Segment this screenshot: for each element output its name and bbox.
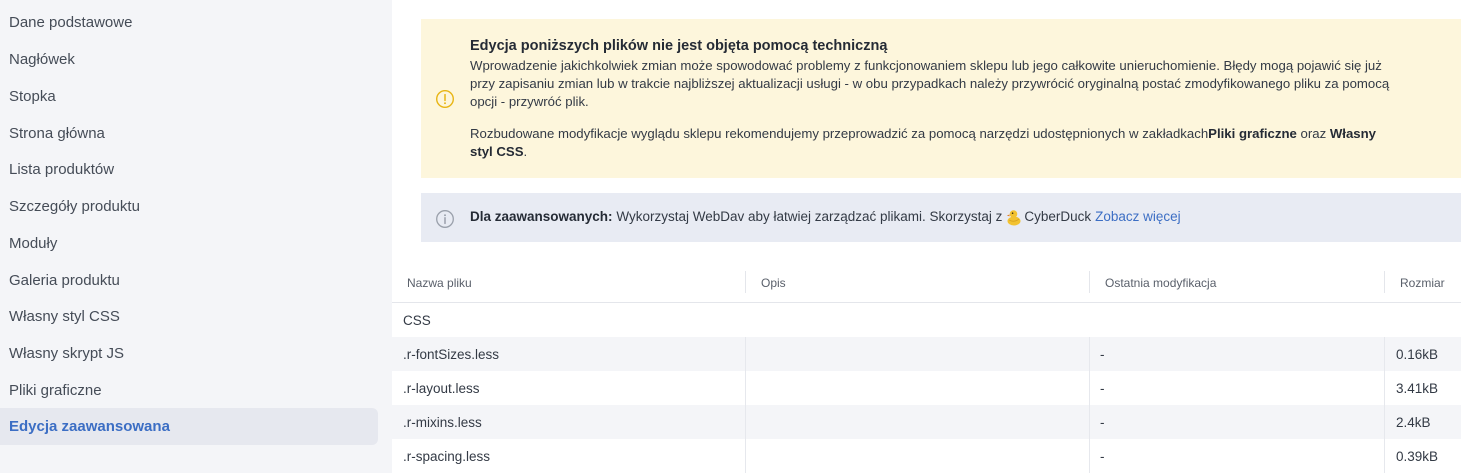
see-more-link[interactable]: Zobacz więcej — [1095, 208, 1181, 226]
group-row-css: CSS — [403, 312, 431, 328]
sidebar-item-label: Własny styl CSS — [9, 308, 120, 325]
sidebar-item-label: Szczegóły produktu — [9, 198, 140, 215]
table-header: Nazwa pliku Opis Ostatnia modyfikacja Ro… — [392, 262, 1461, 303]
column-divider — [745, 271, 746, 293]
cyberduck-label: CyberDuck — [1024, 209, 1092, 224]
warning-recommendation: Rozbudowane modyfikacje wyglądu sklepu r… — [470, 125, 1390, 161]
file-size: 0.39kB — [1396, 448, 1439, 464]
warning-recommendation-end: . — [523, 144, 528, 159]
warning-content: Edycja poniższych plików nie jest objęta… — [470, 36, 1390, 161]
cell-divider — [1384, 337, 1385, 371]
sidebar-item-wlasny-styl-css[interactable]: Własny styl CSS — [0, 298, 378, 335]
info-text: Wykorzystaj WebDav aby łatwiej zarządzać… — [616, 209, 1003, 224]
table-row[interactable]: .r-mixins.less - 2.4kB — [392, 405, 1461, 439]
cell-divider — [1089, 405, 1090, 439]
table-row[interactable]: .r-layout.less - 3.41kB — [392, 371, 1461, 405]
file-name[interactable]: .r-layout.less — [403, 371, 480, 405]
pliki-graficzne-ref: Pliki graficzne — [1208, 126, 1297, 141]
info-icon — [436, 210, 454, 228]
sidebar-item-galeria-produktu[interactable]: Galeria produktu — [0, 262, 378, 299]
info-label: Dla zaawansowanych: — [470, 209, 613, 224]
sidebar-item-szczegoly-produktu[interactable]: Szczegóły produktu — [0, 188, 378, 225]
cell-divider — [1384, 405, 1385, 439]
cell-divider — [745, 405, 746, 439]
column-divider — [1384, 271, 1385, 293]
table-row[interactable]: .r-fontSizes.less - 0.16kB — [392, 337, 1461, 371]
info-alert: Dla zaawansowanych: Wykorzystaj WebDav a… — [421, 193, 1461, 242]
cell-divider — [745, 337, 746, 371]
warning-icon — [435, 89, 455, 109]
cell-divider — [1089, 439, 1090, 473]
cell-divider — [745, 439, 746, 473]
sidebar-item-moduly[interactable]: Moduły — [0, 225, 378, 262]
sidebar-item-label: Pliki graficzne — [9, 382, 102, 399]
warning-title: Edycja poniższych plików nie jest objęta… — [470, 38, 888, 54]
cell-divider — [1089, 337, 1090, 371]
warning-alert: Edycja poniższych plików nie jest objęta… — [421, 19, 1461, 178]
file-size: 0.16kB — [1396, 346, 1439, 362]
file-size: 3.41kB — [1396, 380, 1439, 396]
sidebar-item-pliki-graficzne[interactable]: Pliki graficzne — [0, 372, 378, 409]
sidebar-item-label: Własny skrypt JS — [9, 345, 125, 362]
sidebar: Dane podstawowe Nagłówek Stopka Strona g… — [0, 0, 392, 473]
file-name[interactable]: .r-mixins.less — [403, 405, 482, 439]
sidebar-item-label: Nagłówek — [9, 51, 75, 68]
warning-recommendation-mid: oraz — [1296, 126, 1330, 141]
warning-text: Wprowadzenie jakichkolwiek zmian może sp… — [470, 58, 1390, 109]
column-header-description[interactable]: Opis — [761, 262, 786, 303]
sidebar-item-stopka[interactable]: Stopka — [0, 78, 378, 115]
column-header-name[interactable]: Nazwa pliku — [407, 262, 472, 303]
file-modified: - — [1100, 346, 1105, 362]
cyberduck-icon — [1007, 210, 1021, 226]
sidebar-item-label: Stopka — [9, 88, 56, 105]
column-header-size[interactable]: Rozmiar — [1400, 262, 1445, 303]
cell-divider — [745, 371, 746, 405]
sidebar-item-label: Strona główna — [9, 125, 105, 142]
file-modified: - — [1100, 448, 1105, 464]
sidebar-item-naglowek[interactable]: Nagłówek — [0, 41, 378, 78]
warning-recommendation-text: Rozbudowane modyfikacje wyglądu sklepu r… — [470, 126, 1209, 141]
file-name[interactable]: .r-fontSizes.less — [403, 337, 499, 371]
file-modified: - — [1100, 380, 1105, 396]
sidebar-item-wlasny-skrypt-js[interactable]: Własny skrypt JS — [0, 335, 378, 372]
file-name[interactable]: .r-spacing.less — [403, 439, 490, 473]
cell-divider — [1384, 439, 1385, 473]
column-divider — [1089, 271, 1090, 293]
sidebar-item-label: Galeria produktu — [9, 272, 120, 289]
sidebar-item-label: Dane podstawowe — [9, 14, 133, 31]
sidebar-item-label: Edycja zaawansowana — [9, 418, 170, 435]
sidebar-item-edycja-zaawansowana[interactable]: Edycja zaawansowana — [0, 408, 378, 445]
sidebar-item-label: Moduły — [9, 235, 58, 252]
info-content: Dla zaawansowanych: Wykorzystaj WebDav a… — [470, 208, 1181, 226]
sidebar-item-lista-produktow[interactable]: Lista produktów — [0, 151, 378, 188]
file-modified: - — [1100, 414, 1105, 430]
column-header-modified[interactable]: Ostatnia modyfikacja — [1105, 262, 1216, 303]
files-table: Nazwa pliku Opis Ostatnia modyfikacja Ro… — [392, 262, 1461, 473]
cell-divider — [1384, 371, 1385, 405]
table-row[interactable]: .r-spacing.less - 0.39kB — [392, 439, 1461, 473]
sidebar-item-dane-podstawowe[interactable]: Dane podstawowe — [0, 4, 378, 41]
cell-divider — [1089, 371, 1090, 405]
file-size: 2.4kB — [1396, 414, 1431, 430]
main-content: Edycja poniższych plików nie jest objęta… — [392, 0, 1461, 473]
sidebar-item-strona-glowna[interactable]: Strona główna — [0, 115, 378, 152]
sidebar-item-label: Lista produktów — [9, 161, 115, 178]
